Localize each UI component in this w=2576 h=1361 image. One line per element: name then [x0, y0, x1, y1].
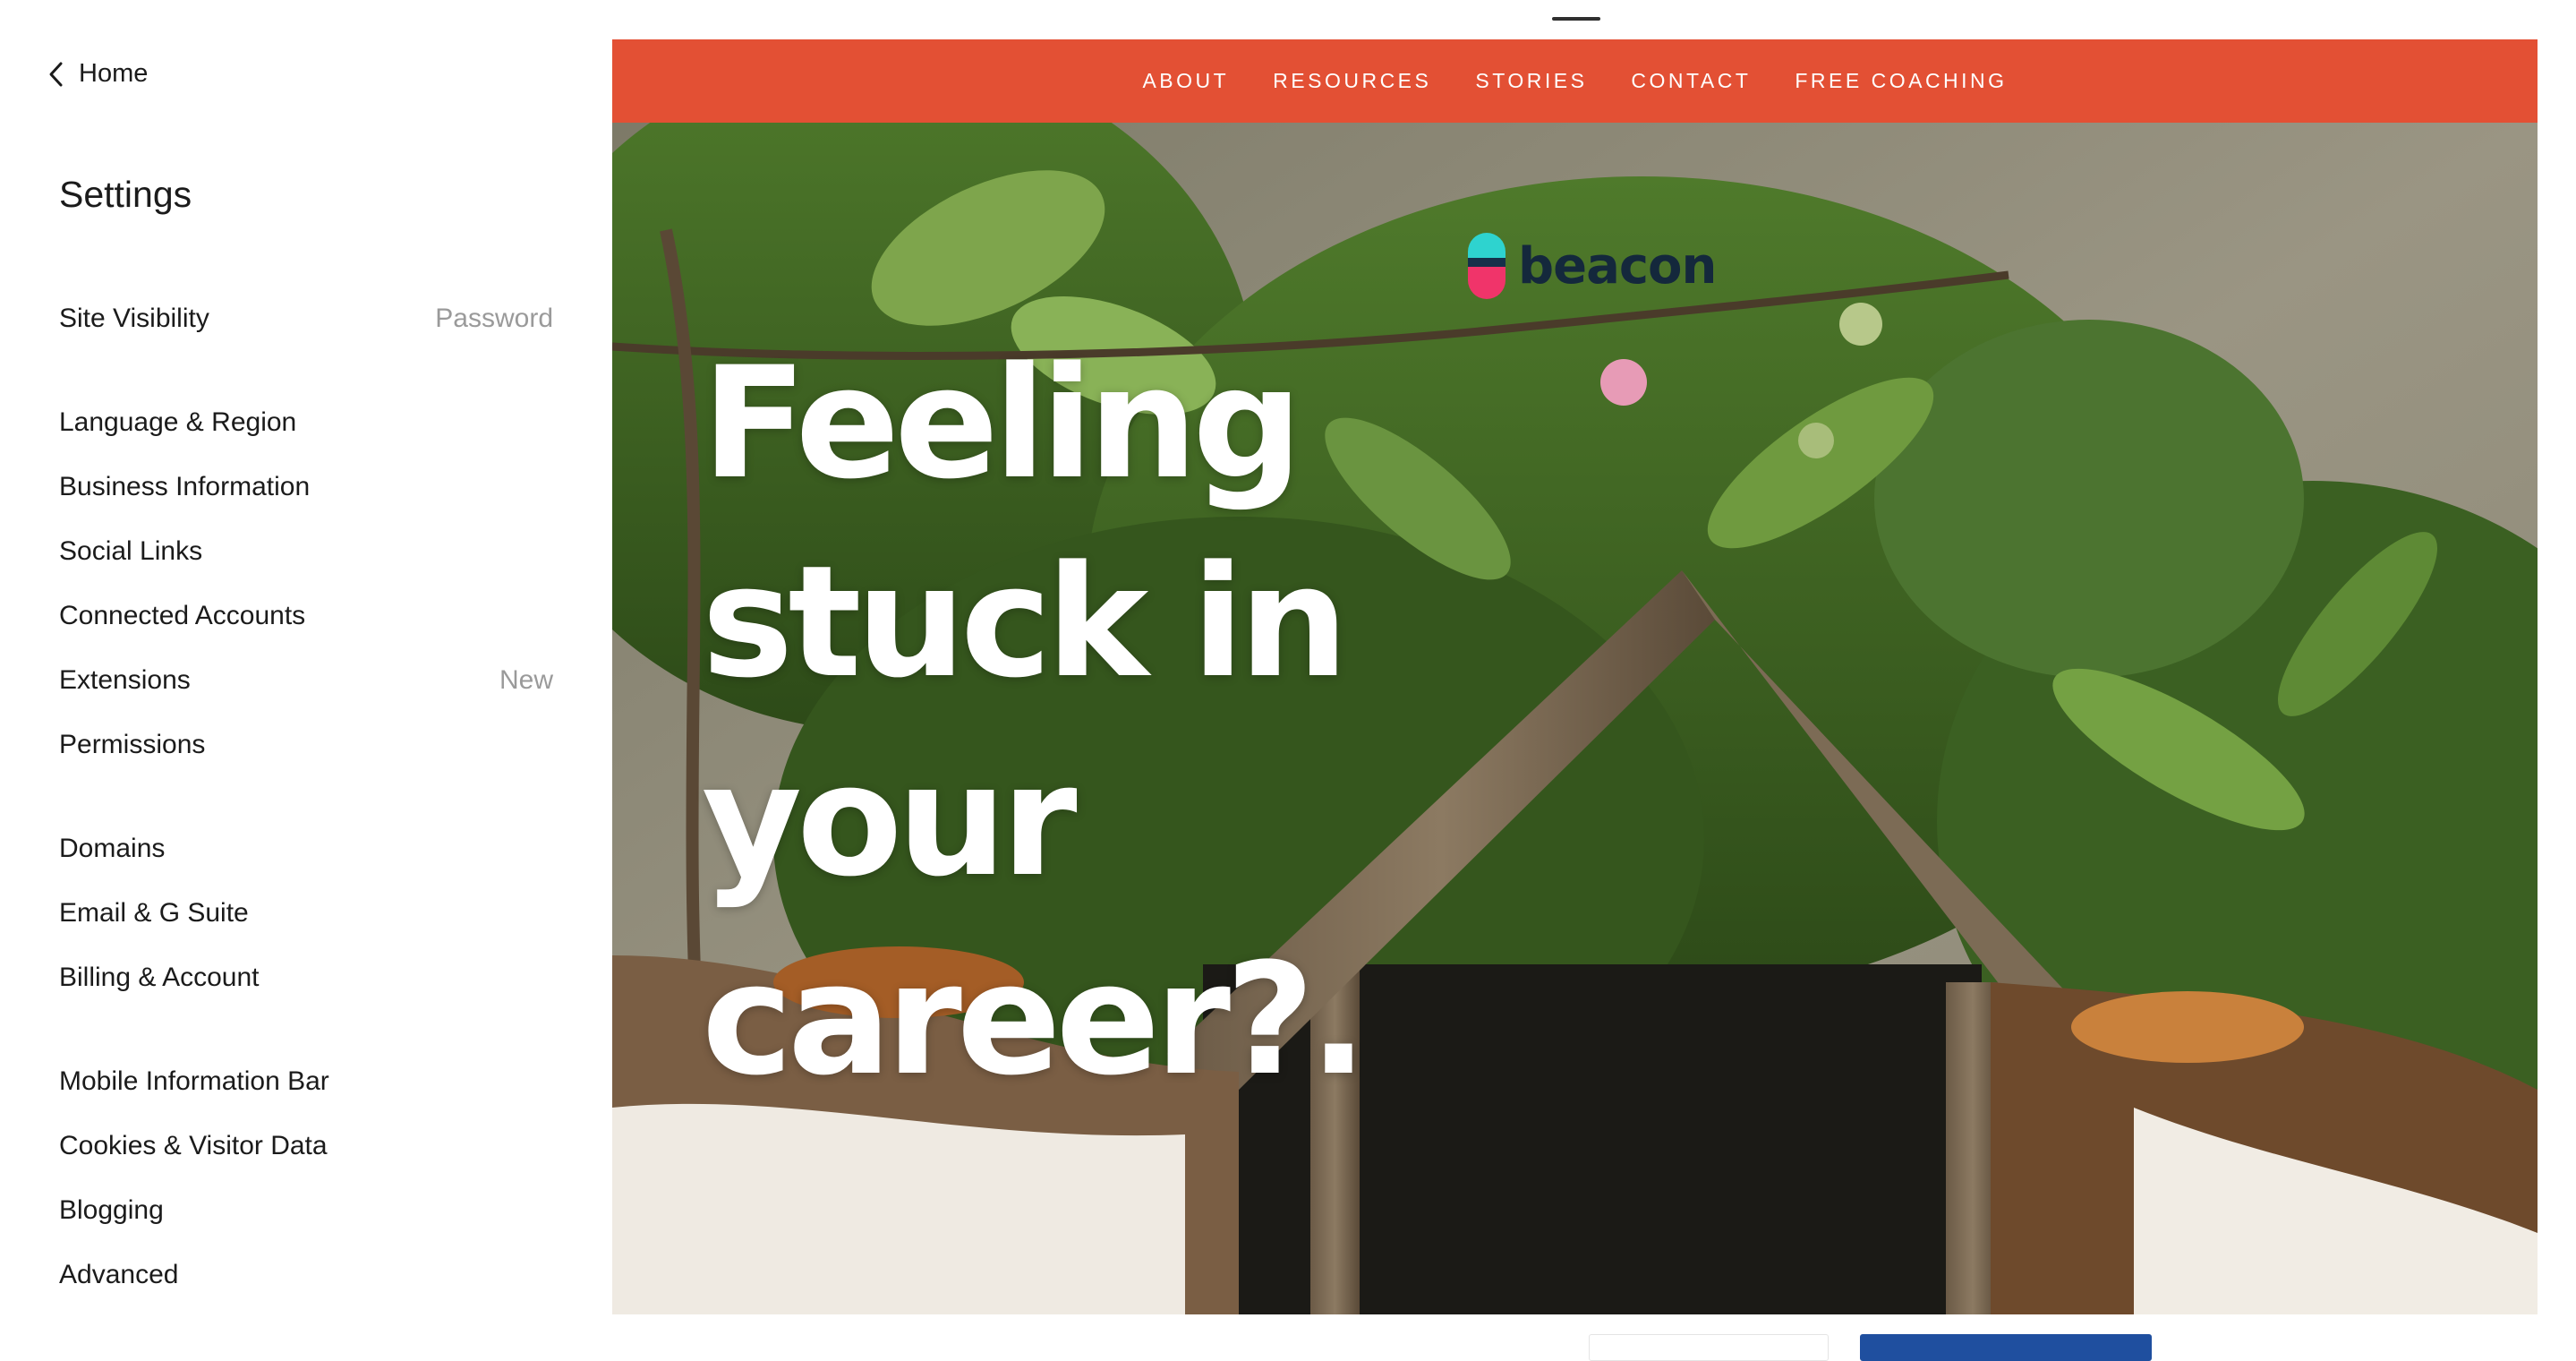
- preview-drag-handle[interactable]: [1552, 17, 1600, 21]
- menu-item-blogging[interactable]: Blogging: [59, 1178, 553, 1243]
- menu-item-email-gsuite[interactable]: Email & G Suite: [59, 881, 553, 946]
- menu-item-label: Advanced: [59, 1260, 179, 1289]
- menu-item-connected-accounts[interactable]: Connected Accounts: [59, 584, 553, 648]
- beacon-logo-icon: [1468, 233, 1506, 299]
- menu-item-advanced[interactable]: Advanced: [59, 1243, 553, 1307]
- hero-headline: Feeling stuck in your career?.: [702, 324, 1507, 1119]
- headline-line: stuck in: [702, 532, 1349, 712]
- menu-item-mobile-information-bar[interactable]: Mobile Information Bar: [59, 1049, 553, 1114]
- menu-item-label: Blogging: [59, 1195, 164, 1225]
- menu-item-business-information[interactable]: Business Information: [59, 455, 553, 519]
- menu-item-label: Domains: [59, 834, 166, 863]
- menu-item-label: Extensions: [59, 665, 191, 695]
- nav-link-about[interactable]: ABOUT: [1142, 69, 1229, 93]
- site-nav-bar: ABOUT RESOURCES STORIES CONTACT FREE COA…: [612, 39, 2538, 123]
- menu-item-label: Site Visibility: [59, 304, 209, 333]
- menu-item-permissions[interactable]: Permissions: [59, 713, 553, 777]
- headline-line: your: [702, 731, 1078, 911]
- menu-item-social-links[interactable]: Social Links: [59, 519, 553, 584]
- menu-item-status: Password: [435, 304, 553, 333]
- menu-item-label: Connected Accounts: [59, 601, 306, 630]
- new-badge: New: [499, 665, 553, 695]
- menu-item-label: Billing & Account: [59, 963, 260, 992]
- primary-button-partial[interactable]: [1860, 1334, 2152, 1361]
- back-home-link[interactable]: Home: [47, 59, 148, 89]
- menu-item-label: Mobile Information Bar: [59, 1066, 329, 1096]
- menu-item-label: Business Information: [59, 472, 311, 501]
- menu-item-domains[interactable]: Domains: [59, 817, 553, 881]
- menu-item-label: Cookies & Visitor Data: [59, 1131, 328, 1160]
- nav-link-resources[interactable]: RESOURCES: [1273, 69, 1431, 93]
- menu-group-visibility: Site Visibility Password: [59, 287, 553, 351]
- settings-menu: Site Visibility Password Language & Regi…: [59, 287, 553, 1347]
- menu-item-label: Permissions: [59, 730, 206, 759]
- menu-item-site-visibility[interactable]: Site Visibility Password: [59, 287, 553, 351]
- headline-line: Feeling: [702, 333, 1302, 513]
- menu-item-label: Social Links: [59, 536, 203, 566]
- menu-group-general: Language & Region Business Information S…: [59, 390, 553, 777]
- nav-link-free-coaching[interactable]: FREE COACHING: [1795, 69, 2007, 93]
- site-brand-logo[interactable]: beacon: [1466, 231, 1717, 301]
- menu-item-language-region[interactable]: Language & Region: [59, 390, 553, 455]
- chevron-left-icon: [49, 62, 63, 86]
- menu-item-label: Language & Region: [59, 407, 297, 437]
- headline-line: career?.: [702, 929, 1368, 1109]
- brand-name: beacon: [1518, 236, 1717, 295]
- site-preview[interactable]: ABOUT RESOURCES STORIES CONTACT FREE COA…: [612, 39, 2538, 1314]
- back-home-label: Home: [79, 59, 149, 88]
- hero-section: beacon Feeling stuck in your career?.: [612, 123, 2538, 1314]
- menu-item-cookies-visitor-data[interactable]: Cookies & Visitor Data: [59, 1114, 553, 1178]
- menu-group-advanced: Mobile Information Bar Cookies & Visitor…: [59, 1049, 553, 1307]
- settings-sidebar: Home Settings Site Visibility Password L…: [0, 0, 591, 1354]
- nav-link-contact[interactable]: CONTACT: [1631, 69, 1751, 93]
- secondary-button-partial[interactable]: [1589, 1334, 1829, 1361]
- menu-group-account: Domains Email & G Suite Billing & Accoun…: [59, 817, 553, 1010]
- menu-item-label: Email & G Suite: [59, 898, 249, 928]
- page-title: Settings: [59, 174, 192, 215]
- menu-item-extensions[interactable]: Extensions New: [59, 648, 553, 713]
- menu-item-billing-account[interactable]: Billing & Account: [59, 946, 553, 1010]
- nav-link-stories[interactable]: STORIES: [1475, 69, 1587, 93]
